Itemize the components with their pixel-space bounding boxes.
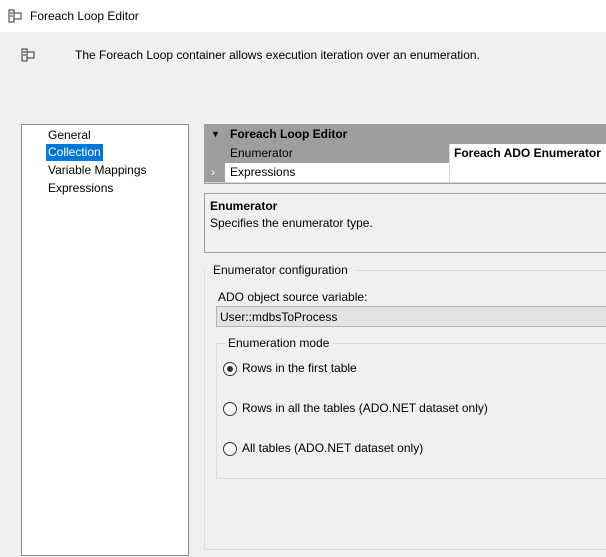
expressions-value[interactable] [451, 163, 606, 182]
radio-button[interactable] [223, 442, 237, 456]
grid-row-expressions[interactable]: › Expressions [205, 163, 606, 183]
grid-category-row[interactable]: ▼ Foreach Loop Editor [205, 125, 606, 144]
help-text: Specifies the enumerator type. [210, 216, 373, 230]
ado-source-variable-field[interactable]: User::mdbsToProcess [216, 306, 606, 327]
grid-cell-name: Enumerator [225, 144, 450, 163]
nav-item-collection[interactable]: Collection [46, 144, 103, 161]
nav-item-general[interactable]: General [46, 127, 93, 144]
foreach-container-icon [8, 9, 22, 23]
page-description: The Foreach Loop container allows execut… [75, 48, 480, 62]
radio-button[interactable] [223, 362, 237, 376]
window-title: Foreach Loop Editor [30, 9, 139, 23]
help-title: Enumerator [210, 199, 278, 213]
grid-cell-name: Expressions [225, 163, 450, 182]
help-panel: Enumerator Specifies the enumerator type… [204, 193, 606, 253]
collapse-icon[interactable]: ▼ [211, 129, 220, 139]
enumerator-value[interactable]: Foreach ADO Enumerator [451, 144, 606, 163]
grid-category-label: Foreach Loop Editor [230, 127, 348, 141]
property-grid: ▼ Foreach Loop Editor Enumerator Foreach… [204, 124, 606, 184]
ado-source-label: ADO object source variable: [218, 290, 368, 304]
nav-item-expressions[interactable]: Expressions [46, 180, 115, 197]
nav-list: General Collection Variable Mappings Exp… [21, 124, 189, 556]
foreach-container-icon [21, 48, 35, 62]
expand-arrow-icon[interactable]: › [211, 165, 215, 179]
enumeration-mode-label: Enumeration mode [225, 336, 333, 350]
grid-row-enumerator[interactable]: Enumerator Foreach ADO Enumerator [205, 144, 606, 163]
title-bar: Foreach Loop Editor [0, 0, 606, 32]
enumerator-config-label: Enumerator configuration [213, 263, 348, 277]
nav-item-variable-mappings[interactable]: Variable Mappings [46, 162, 149, 179]
radio-button[interactable] [223, 402, 237, 416]
